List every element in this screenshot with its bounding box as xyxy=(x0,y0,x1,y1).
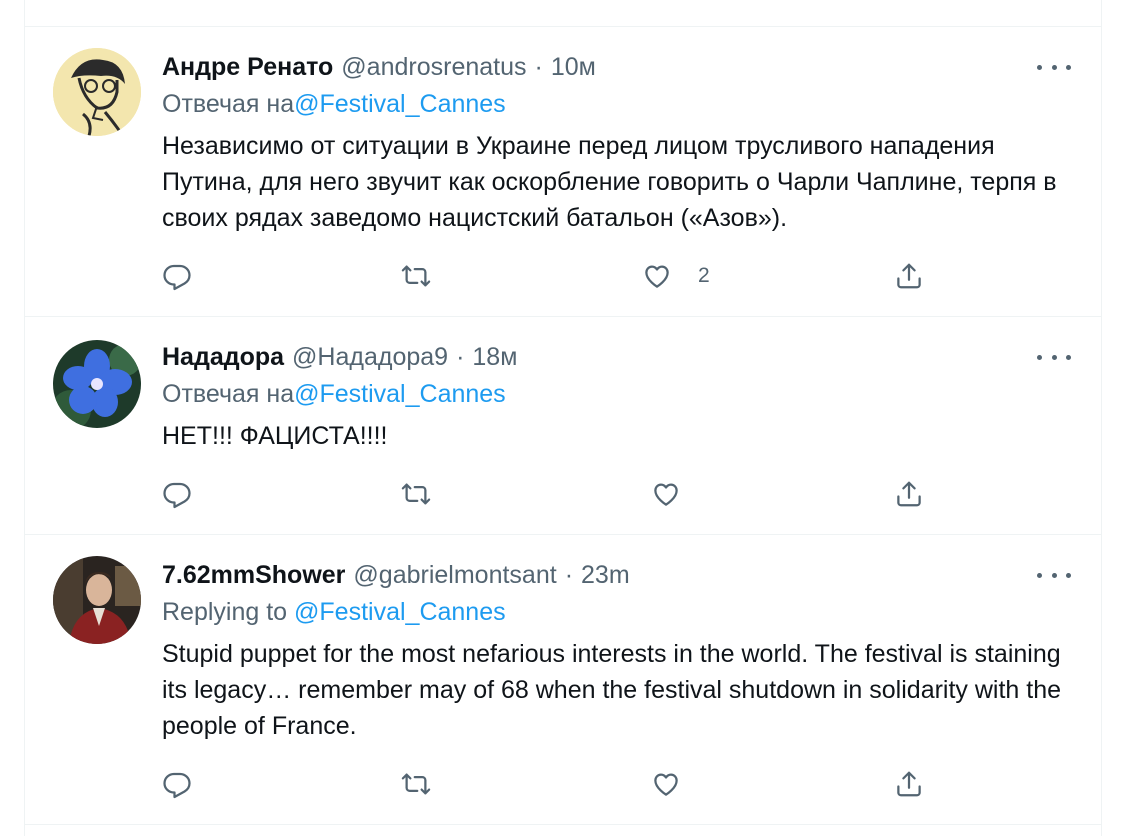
divider xyxy=(25,824,1101,825)
retweet-icon xyxy=(401,265,431,287)
mention-link[interactable]: @Festival_Cannes xyxy=(294,90,506,118)
divider xyxy=(25,316,1101,317)
replying-to: Отвечая на@Festival_Cannes xyxy=(162,90,506,119)
replying-to: Отвечая на@Festival_Cannes xyxy=(162,380,506,409)
timestamp[interactable]: 23m xyxy=(581,561,630,590)
share-button[interactable] xyxy=(894,769,924,799)
display-name[interactable]: 7.62mmShower xyxy=(162,561,345,590)
reply-button[interactable] xyxy=(162,261,192,291)
tweet-header: Нададора @Нададора9 · 18м xyxy=(162,340,517,374)
more-icon[interactable] xyxy=(1037,342,1071,372)
retweet-button[interactable] xyxy=(401,479,431,509)
divider xyxy=(25,26,1101,27)
person-photo-image xyxy=(53,556,141,644)
tweet-text: Stupid puppet for the most nefarious int… xyxy=(162,640,1062,740)
avatar[interactable] xyxy=(53,556,141,644)
like-icon xyxy=(654,773,678,796)
share-icon xyxy=(897,263,921,289)
separator-dot: · xyxy=(564,560,574,589)
tweet-header: Андре Ренато @androsrenatus · 10м xyxy=(162,50,596,84)
reply-icon xyxy=(163,772,191,799)
reply-button[interactable] xyxy=(162,769,192,799)
display-name[interactable]: Нададора xyxy=(162,343,284,372)
separator-dot: · xyxy=(456,342,465,371)
handle[interactable]: @androsrenatus xyxy=(341,53,526,82)
mention-link[interactable]: @Festival_Cannes xyxy=(294,598,506,626)
reply-button[interactable] xyxy=(162,479,192,509)
like-count: 2 xyxy=(698,264,710,287)
tweet-1[interactable]: Андре Ренато @androsrenatus · 10м Отвеча… xyxy=(25,48,1101,316)
like-button[interactable] xyxy=(651,769,681,799)
more-icon[interactable] xyxy=(1037,560,1071,590)
retweet-button[interactable] xyxy=(401,261,431,291)
display-name[interactable]: Андре Ренато xyxy=(162,53,333,82)
like-button[interactable] xyxy=(651,479,681,509)
mention-link[interactable]: @Festival_Cannes xyxy=(294,380,506,408)
share-button[interactable] xyxy=(894,479,924,509)
retweet-button[interactable] xyxy=(401,769,431,799)
reply-icon xyxy=(163,264,191,291)
blue-flower-image xyxy=(53,340,141,428)
avatar[interactable] xyxy=(53,340,141,428)
divider xyxy=(25,534,1101,535)
timestamp[interactable]: 18м xyxy=(472,343,517,372)
handle[interactable]: @Нададора9 xyxy=(292,343,448,372)
reply-icon xyxy=(163,482,191,509)
replying-prefix: Replying to xyxy=(162,598,288,626)
avatar[interactable] xyxy=(53,48,141,136)
retweet-icon xyxy=(401,483,431,505)
separator-dot: · xyxy=(534,52,543,81)
sketch-portrait-image xyxy=(53,48,141,136)
share-button[interactable] xyxy=(894,261,924,291)
like-icon xyxy=(654,483,678,506)
share-icon xyxy=(897,481,921,507)
tweet-header: 7.62mmShower @gabrielmontsant · 23m xyxy=(162,558,630,592)
like-button[interactable]: 2 xyxy=(642,261,710,291)
like-icon xyxy=(645,265,669,288)
timestamp[interactable]: 10м xyxy=(551,53,596,82)
replying-prefix: Отвечая на xyxy=(162,90,295,118)
timeline-column: Андре Ренато @androsrenatus · 10м Отвеча… xyxy=(24,0,1102,836)
replying-to: Replying to @Festival_Cannes xyxy=(162,598,506,627)
retweet-icon xyxy=(401,773,431,795)
tweet-3[interactable]: 7.62mmShower @gabrielmontsant · 23m Repl… xyxy=(25,556,1101,824)
more-icon[interactable] xyxy=(1037,52,1071,82)
replying-prefix: Отвечая на xyxy=(162,380,295,408)
tweet-text: НЕТ!!! ФАЦИСТА!!!! xyxy=(162,422,388,450)
tweet-text: Независимо от ситуации в Украине перед л… xyxy=(162,132,1057,232)
handle[interactable]: @gabrielmontsant xyxy=(353,561,556,590)
share-icon xyxy=(897,771,921,797)
tweet-2[interactable]: Нададора @Нададора9 · 18м Отвечая на@Fes… xyxy=(25,340,1101,534)
